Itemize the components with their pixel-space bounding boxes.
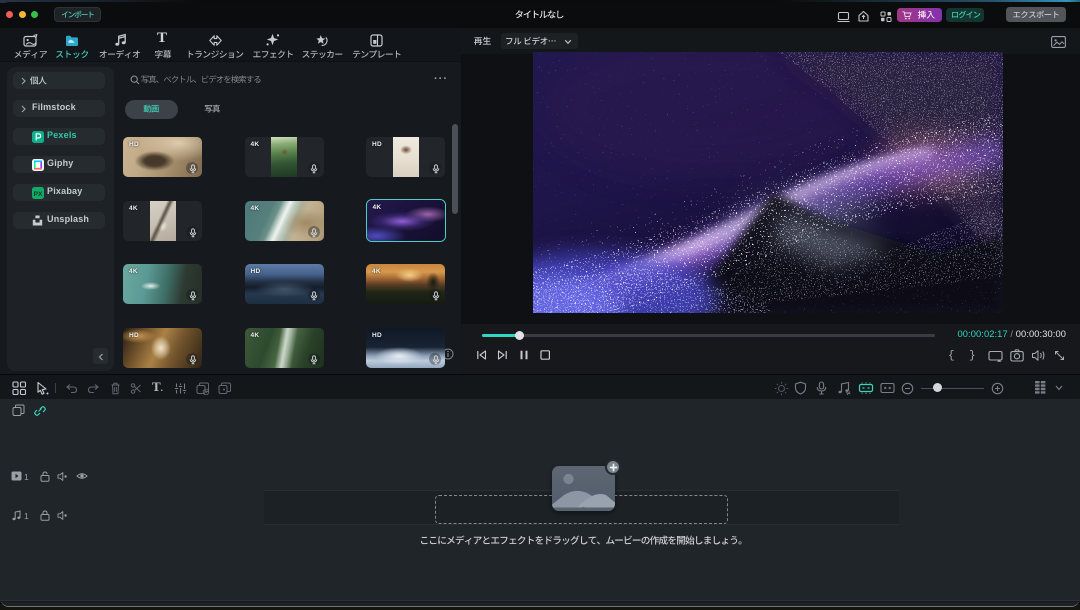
svg-text:PX: PX (33, 190, 42, 197)
